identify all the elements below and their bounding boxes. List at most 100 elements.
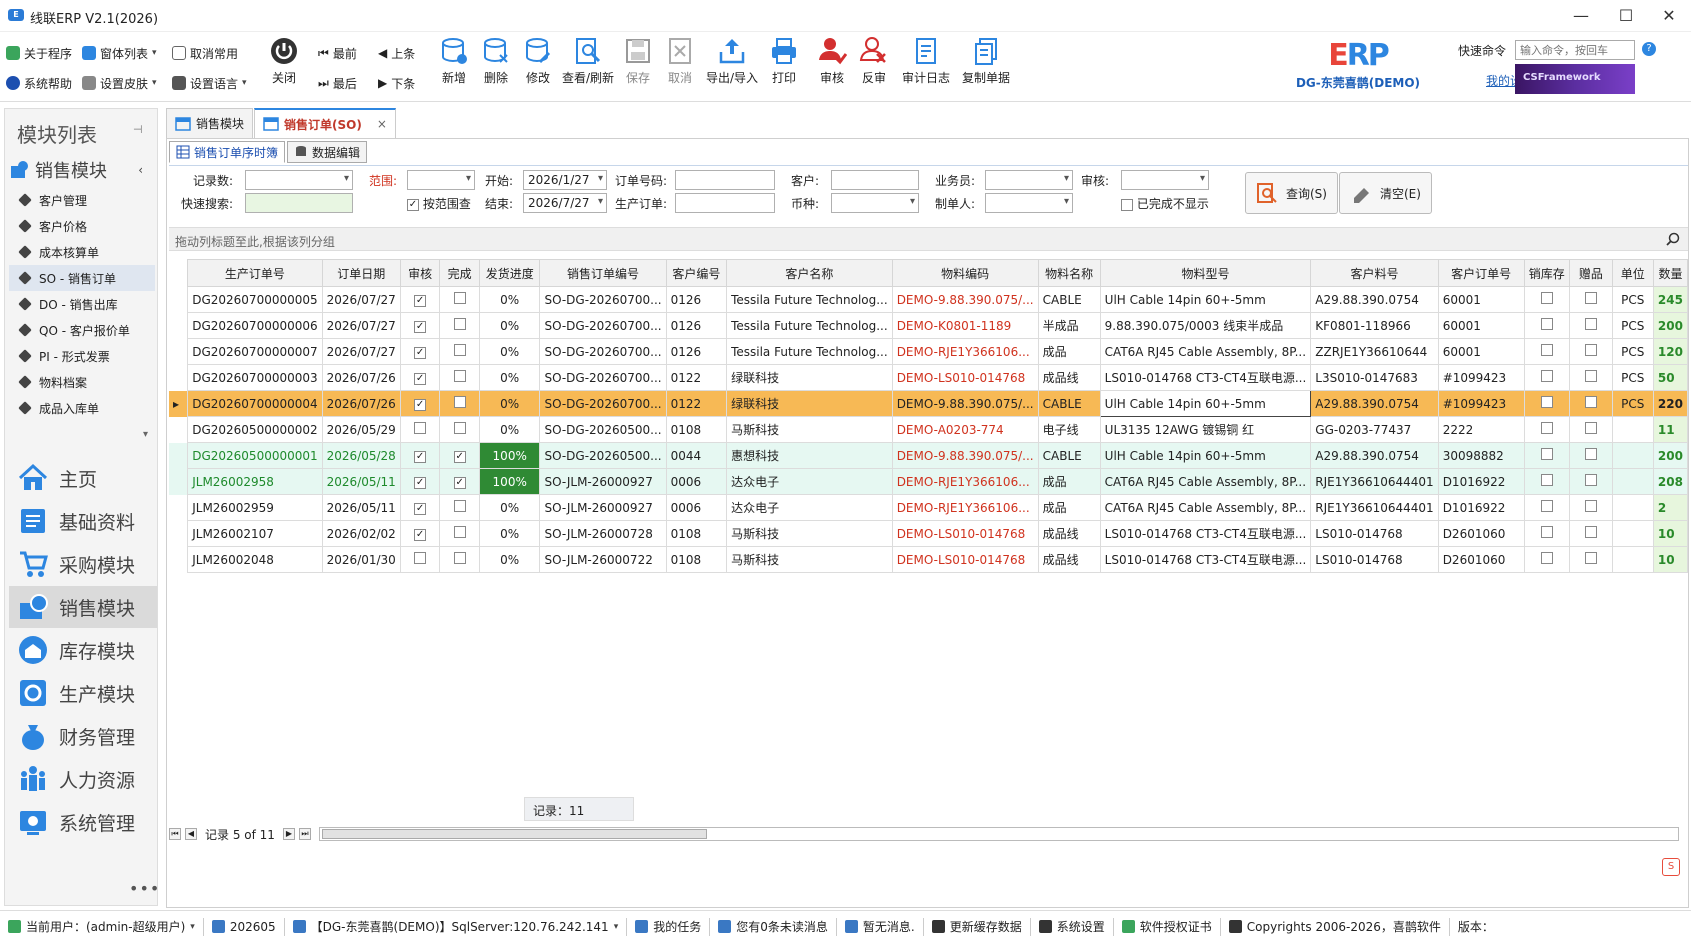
prod-order-cell[interactable]: JLM26002958 <box>187 468 323 495</box>
sidebar-item-customer-mgmt[interactable]: 客户管理 <box>9 187 155 213</box>
stock-cell[interactable] <box>1523 312 1571 339</box>
column-header[interactable]: 客户编号 <box>665 259 728 287</box>
material-model-cell[interactable]: LS010-014768 CT3-CT4互联电源... <box>1099 364 1312 391</box>
table-row[interactable]: DG20260700000005 2026/07/27 ✓ 0% SO-DG-20260… <box>169 286 1688 313</box>
nav-purchase[interactable]: 采购模块 <box>9 543 157 585</box>
first-page-icon[interactable]: ⏮ <box>169 828 181 840</box>
material-code-cell[interactable]: DEMO-K0801-1189 <box>891 312 1039 339</box>
customer-name-cell[interactable]: 马斯科技 <box>726 520 893 547</box>
prod-order-cell[interactable]: JLM26002107 <box>187 520 323 547</box>
checkbox-empty-icon[interactable] <box>1584 422 1597 434</box>
done-cell[interactable] <box>439 364 480 391</box>
material-code-cell[interactable]: DEMO-LS010-014768 <box>891 520 1039 547</box>
material-code-cell[interactable]: DEMO-A0203-774 <box>891 416 1039 443</box>
unread-messages[interactable]: 您有0条未读消息 <box>710 917 837 936</box>
customer-part-no-cell[interactable]: LS010-014768 <box>1310 546 1439 573</box>
checkbox-empty-icon[interactable] <box>1584 500 1597 512</box>
quick-search-input[interactable] <box>245 193 353 213</box>
done-cell[interactable]: ✓ <box>439 468 480 495</box>
audit-cell[interactable] <box>399 416 441 443</box>
column-header[interactable]: 客户名称 <box>726 259 893 287</box>
stock-cell[interactable] <box>1523 520 1571 547</box>
gift-cell[interactable] <box>1569 312 1613 339</box>
prod-order-cell[interactable]: DG20260700000007 <box>187 338 323 365</box>
unit-cell[interactable]: PCS <box>1611 286 1654 313</box>
sidebar-item-customer-price[interactable]: 客户价格 <box>9 213 155 239</box>
checkbox-checked-icon[interactable]: ✓ <box>453 477 466 489</box>
sidebar-item-delivery[interactable]: DO - 销售出库 <box>9 291 155 317</box>
material-code-cell[interactable]: DEMO-LS010-014768 <box>891 364 1039 391</box>
quantity-cell[interactable]: 245 <box>1652 286 1688 313</box>
material-name-cell[interactable]: 成品线 <box>1037 546 1101 573</box>
close-tab-icon[interactable]: × <box>377 117 387 131</box>
so-number-cell[interactable]: SO-JLM-26000728 <box>539 520 667 547</box>
material-code-cell[interactable]: DEMO-9.88.390.075/... <box>891 390 1039 417</box>
unapprove-button[interactable]: 反审 <box>856 36 892 96</box>
material-code-cell[interactable]: DEMO-RJE1Y366106... <box>891 494 1039 521</box>
material-name-cell[interactable]: 成品 <box>1037 494 1101 521</box>
material-code-cell[interactable]: DEMO-RJE1Y366106... <box>891 338 1039 365</box>
column-header[interactable]: 物料型号 <box>1099 259 1312 287</box>
audit-cell[interactable]: ✓ <box>399 286 441 313</box>
column-header[interactable]: 销库存 <box>1523 259 1571 287</box>
more-menu-icon[interactable]: ••• <box>129 879 160 898</box>
customer-no-cell[interactable]: 0108 <box>665 520 728 547</box>
so-number-cell[interactable]: SO-JLM-26000927 <box>539 468 667 495</box>
next-record-button[interactable]: ▶ 下条 <box>378 72 415 94</box>
gift-cell[interactable] <box>1569 390 1613 417</box>
customer-po-cell[interactable]: D2601060 <box>1437 520 1525 547</box>
customer-po-cell[interactable]: 30098882 <box>1437 442 1525 469</box>
material-name-cell[interactable]: 成品线 <box>1037 520 1101 547</box>
help-icon[interactable]: ? <box>1642 42 1656 56</box>
maximize-button[interactable]: ☐ <box>1606 4 1646 28</box>
customer-po-cell[interactable]: 60001 <box>1437 312 1525 339</box>
audit-cell[interactable] <box>399 546 441 573</box>
audit-select[interactable] <box>1121 170 1209 190</box>
search-icon[interactable] <box>1666 232 1680 246</box>
customer-po-cell[interactable]: #1099423 <box>1437 364 1525 391</box>
minimize-button[interactable]: — <box>1561 4 1601 28</box>
checkbox-empty-icon[interactable] <box>414 552 427 564</box>
checkbox-empty-icon[interactable] <box>414 422 427 434</box>
nav-basic-data[interactable]: 基础资料 <box>9 500 157 542</box>
stock-cell[interactable] <box>1523 390 1571 417</box>
customer-name-cell[interactable]: 马斯科技 <box>726 546 893 573</box>
so-number-cell[interactable]: SO-JLM-26000722 <box>539 546 667 573</box>
checkbox-empty-icon[interactable] <box>1540 344 1553 356</box>
stock-cell[interactable] <box>1523 546 1571 573</box>
material-model-cell[interactable]: 9.88.390.075/0003 线束半成品 <box>1099 312 1312 339</box>
stock-cell[interactable] <box>1523 442 1571 469</box>
unit-cell[interactable]: PCS <box>1611 364 1654 391</box>
edit-button[interactable]: 修改 <box>520 36 556 96</box>
nav-system[interactable]: 系统管理 <box>9 801 157 843</box>
clear-button[interactable]: 清空(E) <box>1339 172 1432 214</box>
table-row[interactable]: DG20260700000006 2026/07/27 ✓ 0% SO-DG-20260… <box>169 312 1688 339</box>
no-messages[interactable]: 暂无消息. <box>837 917 924 936</box>
customer-part-no-cell[interactable]: L3S010-0147683 <box>1310 364 1439 391</box>
audit-cell[interactable]: ✓ <box>399 442 441 469</box>
nav-production[interactable]: 生产模块 <box>9 672 157 714</box>
customer-no-cell[interactable]: 0122 <box>665 364 728 391</box>
so-number-cell[interactable]: SO-JLM-26000927 <box>539 494 667 521</box>
customer-po-cell[interactable]: D1016922 <box>1437 494 1525 521</box>
gift-cell[interactable] <box>1569 442 1613 469</box>
quantity-cell[interactable]: 200 <box>1652 442 1688 469</box>
customer-name-cell[interactable]: Tessila Future Technolog... <box>726 338 893 365</box>
done-cell[interactable] <box>439 286 480 313</box>
column-header[interactable]: 赠品 <box>1569 259 1613 287</box>
checkbox-checked-icon[interactable]: ✓ <box>414 529 427 541</box>
material-name-cell[interactable]: CABLE <box>1037 286 1101 313</box>
checkbox-empty-icon[interactable] <box>1584 526 1597 538</box>
checkbox-empty-icon[interactable] <box>453 318 466 330</box>
query-button[interactable]: 查询(S) <box>1245 172 1338 214</box>
material-name-cell[interactable]: CABLE <box>1037 390 1101 417</box>
material-name-cell[interactable]: 成品线 <box>1037 364 1101 391</box>
module-group-sales[interactable]: 销售模块 ‹ <box>9 157 155 183</box>
checkbox-empty-icon[interactable] <box>453 292 466 304</box>
column-header[interactable]: 客户订单号 <box>1437 259 1525 287</box>
nav-finance[interactable]: 财务管理 <box>9 715 157 757</box>
customer-no-cell[interactable]: 0122 <box>665 390 728 417</box>
customer-part-no-cell[interactable]: KF0801-118966 <box>1310 312 1439 339</box>
checkbox-empty-icon[interactable] <box>1584 318 1597 330</box>
customer-po-cell[interactable]: D2601060 <box>1437 546 1525 573</box>
